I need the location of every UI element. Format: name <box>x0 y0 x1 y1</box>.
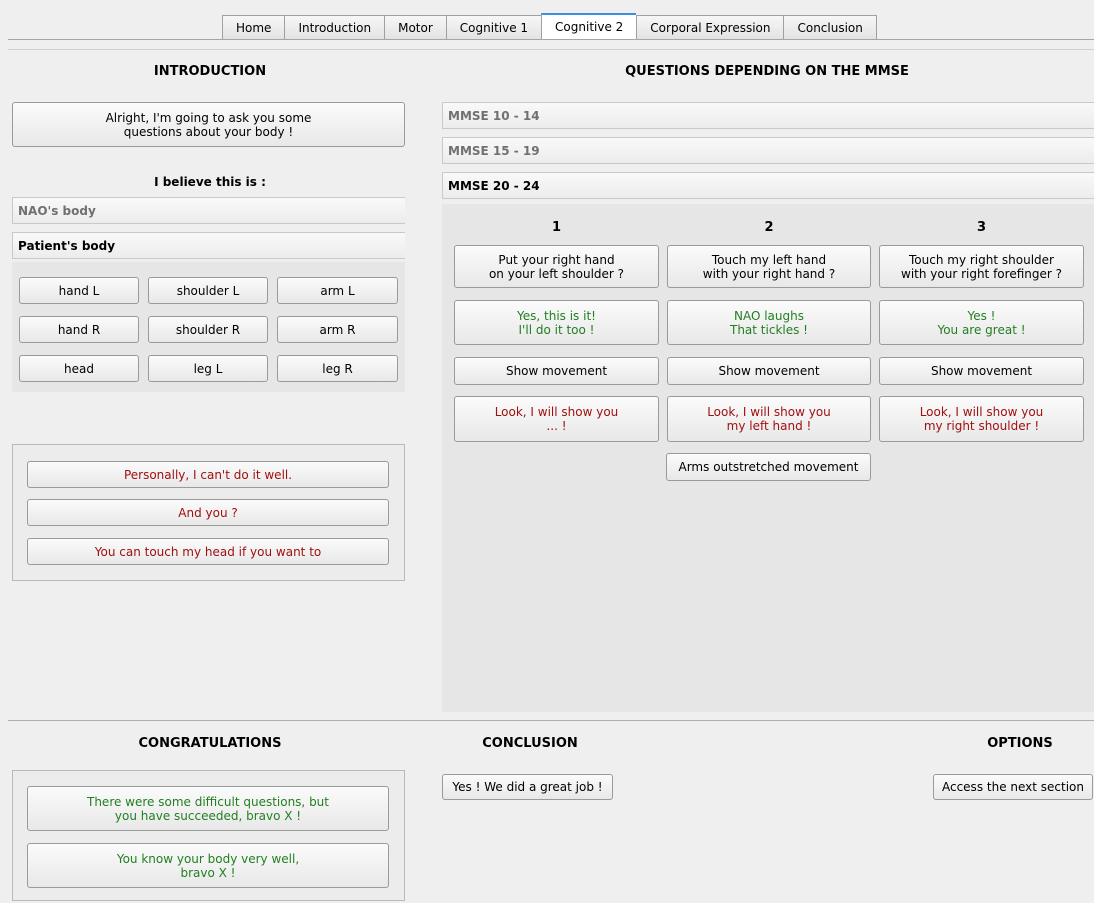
tab-corporal-expression[interactable]: Corporal Expression <box>636 15 784 39</box>
nao-body-section[interactable]: NAO's body <box>12 197 405 224</box>
shoulder-r-button[interactable]: shoulder R <box>148 316 268 343</box>
mmse-10-14-section[interactable]: MMSE 10 - 14 <box>442 102 1094 129</box>
column-2-number: 2 <box>764 220 774 235</box>
tab-introduction[interactable]: Introduction <box>284 15 385 39</box>
column-3-number: 3 <box>976 220 987 235</box>
show-movement-1-button[interactable]: Show movement <box>454 357 659 385</box>
hand-r-button[interactable]: hand R <box>19 316 139 343</box>
look-3-button[interactable]: Look, I will show you my right shoulder … <box>879 396 1084 442</box>
questions-heading: QUESTIONS DEPENDING ON THE MMSE <box>625 64 909 79</box>
mmse-15-19-section[interactable]: MMSE 15 - 19 <box>442 137 1094 164</box>
intro-prompt-button[interactable]: Alright, I'm going to ask you some quest… <box>12 102 405 147</box>
tab-divider <box>8 39 1094 40</box>
bottom-divider <box>8 720 1094 721</box>
patient-body-section[interactable]: Patient's body <box>12 232 405 259</box>
next-section-button[interactable]: Access the next section <box>933 774 1093 800</box>
tab-bar: Home Introduction Motor Cognitive 1 Cogn… <box>222 13 877 39</box>
question-3-button[interactable]: Touch my right shoulder with your right … <box>879 245 1084 288</box>
show-movement-2-button[interactable]: Show movement <box>667 357 871 385</box>
column-1-number: 1 <box>551 220 562 235</box>
reply-1-button[interactable]: Yes, this is it! I'll do it too ! <box>454 300 659 345</box>
congrats-know-body-button[interactable]: You know your body very well, bravo X ! <box>27 843 389 888</box>
hand-l-button[interactable]: hand L <box>19 277 139 304</box>
great-job-button[interactable]: Yes ! We did a great job ! <box>442 774 613 800</box>
remark-and-you-button[interactable]: And you ? <box>27 499 389 526</box>
leg-l-button[interactable]: leg L <box>148 355 268 382</box>
question-2-button[interactable]: Touch my left hand with your right hand … <box>667 245 871 288</box>
leg-r-button[interactable]: leg R <box>277 355 398 382</box>
look-1-button[interactable]: Look, I will show you ... ! <box>454 396 659 442</box>
congrats-difficult-button[interactable]: There were some difficult questions, but… <box>27 786 389 831</box>
reply-3-button[interactable]: Yes ! You are great ! <box>879 300 1084 345</box>
tab-divider-inner <box>8 49 1094 50</box>
reply-2-button[interactable]: NAO laughs That tickles ! <box>667 300 871 345</box>
congratulations-heading: CONGRATULATIONS <box>138 736 282 751</box>
believe-label: I believe this is : <box>154 175 266 189</box>
mmse-20-24-section[interactable]: MMSE 20 - 24 <box>442 172 1094 199</box>
head-button[interactable]: head <box>19 355 139 382</box>
show-movement-3-button[interactable]: Show movement <box>879 357 1084 385</box>
introduction-heading: INTRODUCTION <box>153 64 267 79</box>
arm-l-button[interactable]: arm L <box>277 277 398 304</box>
remark-touch-head-button[interactable]: You can touch my head if you want to <box>27 538 389 565</box>
tab-home[interactable]: Home <box>222 15 285 39</box>
tab-cognitive-1[interactable]: Cognitive 1 <box>445 15 542 39</box>
options-heading: OPTIONS <box>987 736 1053 751</box>
look-2-button[interactable]: Look, I will show you my left hand ! <box>667 396 871 442</box>
tab-cognitive-2[interactable]: Cognitive 2 <box>541 13 637 39</box>
shoulder-l-button[interactable]: shoulder L <box>148 277 268 304</box>
tab-motor[interactable]: Motor <box>384 15 446 39</box>
tab-conclusion[interactable]: Conclusion <box>783 15 877 39</box>
arms-outstretched-button[interactable]: Arms outstretched movement <box>666 453 871 481</box>
conclusion-heading: CONCLUSION <box>482 736 578 751</box>
arm-r-button[interactable]: arm R <box>277 316 398 343</box>
remark-cant-do-button[interactable]: Personally, I can't do it well. <box>27 461 389 488</box>
question-1-button[interactable]: Put your right hand on your left shoulde… <box>454 245 659 288</box>
